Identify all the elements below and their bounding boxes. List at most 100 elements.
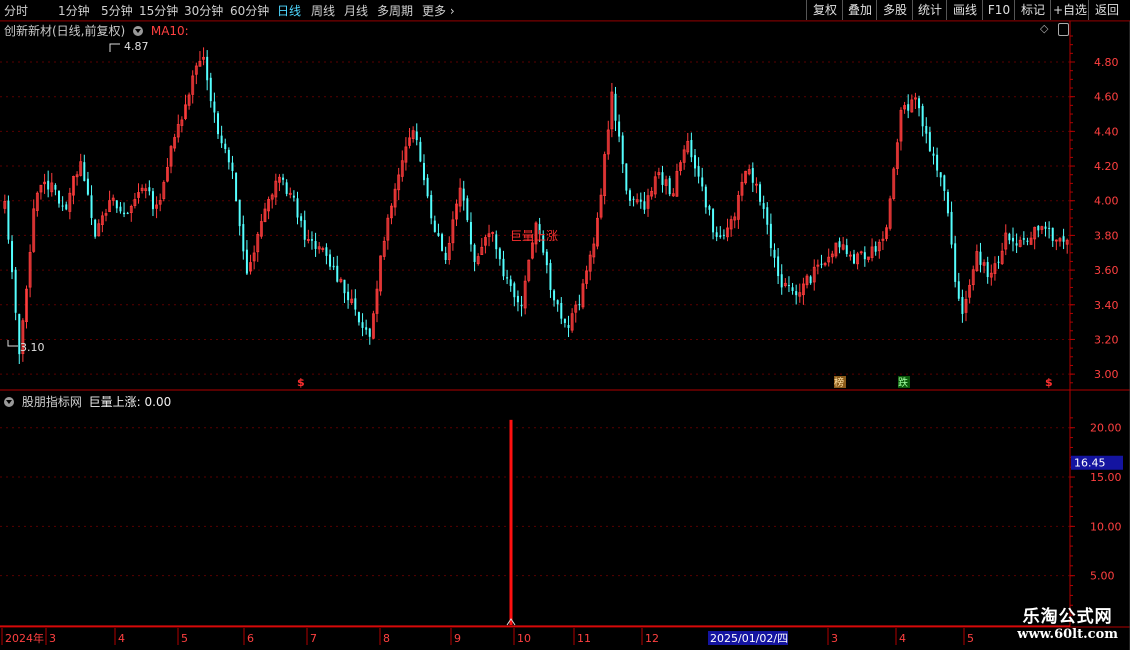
- candle-body-down: [618, 121, 621, 137]
- sub-tick-label: 10.00: [1090, 520, 1122, 533]
- stock-chart-canvas[interactable]: 4.80 4.60 4.40 4.20 4.00 3.80 3.60 3.40 3.20 3.00…: [0, 0, 1130, 650]
- watermark-url: www.60lt.com: [1017, 627, 1118, 642]
- candle-body-down: [943, 175, 946, 191]
- candle-body-down: [361, 322, 364, 328]
- current-value-label: 16.45: [1074, 457, 1106, 470]
- price-tick-label: 4.60: [1094, 91, 1119, 104]
- candle-body-down: [123, 212, 126, 215]
- candle-body-down: [336, 265, 339, 282]
- candle-body-down: [495, 234, 498, 250]
- candle-body-down: [115, 200, 118, 209]
- time-tick-label: 5: [181, 632, 188, 645]
- candle-body-down: [997, 261, 1000, 263]
- candle-body-down: [224, 143, 227, 150]
- candle-body-down: [957, 281, 960, 299]
- candle-body-down: [314, 240, 317, 249]
- candle-body-down: [520, 304, 523, 307]
- chart-annotations: 4.87 3.10 巨量上涨 $ 榜 跌 $: [7, 40, 1053, 389]
- candle-body-down: [950, 211, 953, 245]
- candle-body-down: [954, 243, 957, 282]
- candle-body-down: [979, 251, 982, 265]
- candle-body-down: [553, 290, 556, 301]
- candle-body-down: [231, 162, 234, 172]
- candle-body-down: [719, 235, 722, 237]
- candle-body-down: [852, 254, 855, 264]
- price-axes: 4.80 4.60 4.40 4.20 4.00 3.80 3.60 3.40 3.20 3.00…: [1069, 21, 1130, 650]
- sub-tick-label: 15.00: [1090, 471, 1122, 484]
- candle-body-down: [614, 93, 617, 121]
- candle-body-down: [513, 283, 516, 298]
- candle-body-down: [419, 141, 422, 162]
- candle-body-down: [292, 195, 295, 198]
- candle-body-down: [549, 263, 552, 290]
- candle-body-down: [238, 199, 241, 227]
- candle-body-down: [621, 135, 624, 165]
- candle-body-down: [820, 263, 823, 265]
- candle-body-down: [625, 163, 628, 191]
- candle-body-down: [1022, 238, 1025, 240]
- candle-body-down: [368, 328, 371, 337]
- price-tick-label: 4.80: [1094, 56, 1119, 69]
- candle-body-down: [357, 312, 360, 323]
- candle-body-down: [1015, 243, 1018, 246]
- candle-body-down: [126, 212, 129, 214]
- candle-body-down: [285, 182, 288, 194]
- candle-body-down: [422, 162, 425, 181]
- candle-body-down: [545, 251, 548, 266]
- candle-body-down: [1051, 227, 1054, 241]
- candle-body-down: [206, 56, 209, 81]
- candle-body-down: [462, 188, 465, 201]
- candle-body-down: [47, 180, 50, 190]
- candle-body-down: [498, 248, 501, 260]
- candle-body-down: [921, 106, 924, 127]
- candle-body-down: [907, 104, 910, 111]
- candle-body-down: [86, 178, 89, 195]
- candle-body-down: [722, 234, 725, 236]
- candle-body-down: [961, 296, 964, 314]
- candle-body-down: [209, 77, 212, 102]
- candle-body-down: [444, 252, 447, 260]
- candle-body-down: [245, 249, 248, 274]
- candle-body-down: [946, 192, 949, 214]
- candle-body-down: [94, 219, 97, 237]
- high-price-label: 4.87: [124, 40, 149, 53]
- candle-body-down: [560, 302, 563, 319]
- candle-body-down: [563, 318, 566, 323]
- rank-marker: 榜: [834, 376, 844, 389]
- crosshair-date-label: 2025/01/02/四: [710, 632, 788, 645]
- candle-body-down: [119, 206, 122, 212]
- candle-body-down: [632, 198, 635, 200]
- candle-body-down: [1062, 236, 1065, 242]
- price-tick-label: 4.20: [1094, 160, 1119, 173]
- candle-body-down: [54, 184, 57, 190]
- candle-body-down: [845, 245, 848, 255]
- candle-body-down: [300, 216, 303, 221]
- candle-body-down: [766, 207, 769, 225]
- candle-body-down: [217, 113, 220, 135]
- candle-body-down: [791, 287, 794, 291]
- time-tick-label: 2024年: [5, 631, 44, 645]
- candle-body-down: [58, 190, 61, 204]
- candle-body-down: [708, 206, 711, 210]
- candle-body-down: [668, 178, 671, 195]
- candle-body-down: [329, 254, 332, 267]
- price-tick-label: 4.00: [1094, 195, 1119, 208]
- time-tick-label: 5: [967, 632, 974, 645]
- candle-body-down: [762, 203, 765, 209]
- candlestick-series: [3, 47, 1069, 364]
- candle-body-down: [469, 221, 472, 245]
- candle-body-down: [365, 327, 368, 330]
- candle-body-down: [310, 239, 313, 241]
- candle-body-down: [426, 177, 429, 197]
- volume-spike-bar: [509, 419, 513, 625]
- candle-body-down: [506, 277, 509, 279]
- watermark-title: 乐淘公式网: [1022, 607, 1113, 627]
- candle-body-down: [11, 241, 14, 273]
- candle-body-down: [712, 209, 715, 233]
- candle-body-down: [516, 295, 519, 303]
- candle-body-down: [1044, 226, 1047, 229]
- candle-body-down: [235, 173, 238, 202]
- candle-body-down: [874, 246, 877, 252]
- low-price-label: 3.10: [20, 341, 45, 354]
- candle-body-down: [83, 162, 86, 181]
